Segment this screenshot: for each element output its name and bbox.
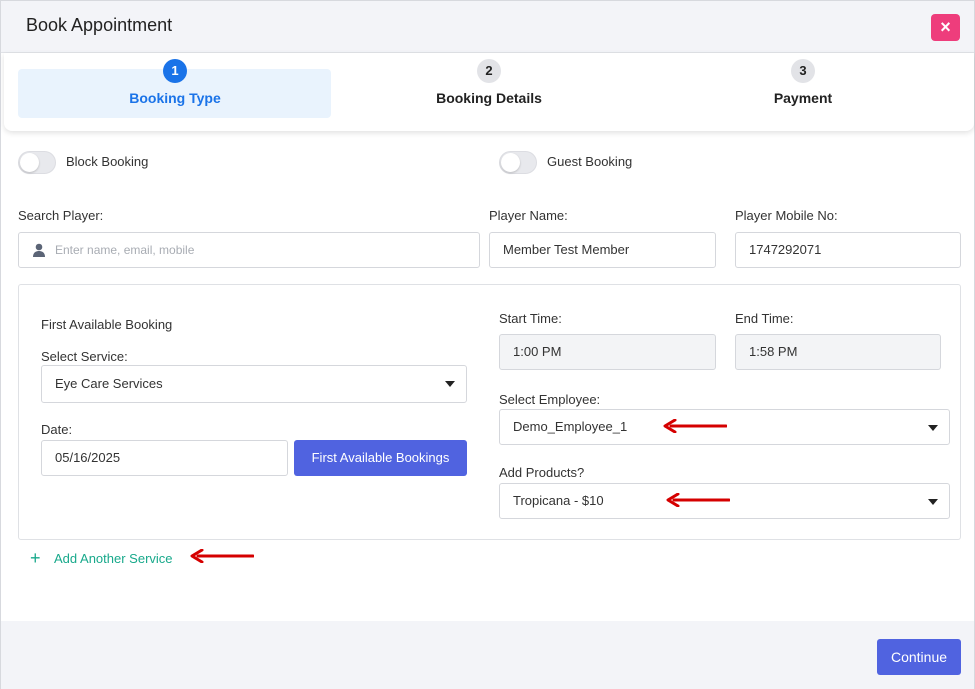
- date-input[interactable]: 05/16/2025: [41, 440, 288, 476]
- add-another-service-link[interactable]: + Add Another Service: [30, 549, 190, 567]
- book-appointment-modal: Book Appointment × 1 Booking Type 2 Book…: [0, 0, 975, 689]
- service-select[interactable]: Eye Care Services: [41, 365, 467, 403]
- employee-select-value: Demo_Employee_1: [513, 419, 628, 434]
- toggle-knob: [20, 153, 39, 172]
- block-booking-row: Block Booking: [18, 151, 218, 175]
- booking-stepper: 1 Booking Type 2 Booking Details 3 Payme…: [4, 53, 974, 131]
- annotation-arrow-icon: [666, 493, 730, 507]
- step-number: 3: [791, 59, 815, 83]
- block-booking-toggle[interactable]: [18, 151, 56, 174]
- step-number: 2: [477, 59, 501, 83]
- annotation-arrow-icon: [190, 549, 254, 563]
- player-mobile-input[interactable]: 1747292071: [735, 232, 961, 268]
- first-available-bookings-button[interactable]: First Available Bookings: [294, 440, 467, 476]
- step-label: Payment: [773, 90, 833, 106]
- chevron-down-icon: [445, 381, 455, 387]
- close-icon: ×: [940, 17, 951, 37]
- block-booking-label: Block Booking: [66, 154, 149, 169]
- products-select-value: Tropicana - $10: [513, 493, 604, 508]
- modal-footer: Continue: [1, 621, 974, 689]
- player-mobile-label: Player Mobile No:: [735, 208, 838, 223]
- first-available-heading: First Available Booking: [41, 317, 173, 332]
- start-time-label: Start Time:: [499, 311, 562, 326]
- close-button[interactable]: ×: [931, 14, 960, 41]
- step-booking-type[interactable]: 1 Booking Type: [4, 53, 331, 131]
- continue-button[interactable]: Continue: [877, 639, 961, 675]
- annotation-arrow-icon: [663, 419, 727, 433]
- chevron-down-icon: [928, 425, 938, 431]
- select-service-label: Select Service:: [41, 349, 128, 364]
- search-player-placeholder: Enter name, email, mobile: [55, 243, 195, 257]
- player-name-input[interactable]: Member Test Member: [489, 232, 716, 268]
- toggle-knob: [501, 153, 520, 172]
- guest-booking-label: Guest Booking: [547, 154, 633, 169]
- guest-booking-toggle[interactable]: [499, 151, 537, 174]
- step-payment[interactable]: 3 Payment: [632, 53, 946, 131]
- search-player-input[interactable]: Enter name, email, mobile: [18, 232, 480, 268]
- select-employee-label: Select Employee:: [499, 392, 601, 407]
- player-name-label: Player Name:: [489, 208, 568, 223]
- step-label: Booking Details: [436, 90, 542, 106]
- user-icon: [33, 243, 45, 257]
- step-number: 1: [163, 59, 187, 83]
- end-time-input[interactable]: 1:58 PM: [735, 334, 941, 370]
- chevron-down-icon: [928, 499, 938, 505]
- start-time-input[interactable]: 1:00 PM: [499, 334, 716, 370]
- modal-header: Book Appointment ×: [1, 1, 974, 53]
- guest-booking-row: Guest Booking: [499, 151, 699, 175]
- service-select-value: Eye Care Services: [55, 376, 163, 391]
- add-another-service-label: Add Another Service: [54, 551, 173, 566]
- add-products-label: Add Products?: [499, 465, 585, 480]
- date-label: Date:: [41, 422, 73, 437]
- search-player-label: Search Player:: [18, 208, 104, 223]
- modal-title: Book Appointment: [26, 15, 173, 35]
- step-booking-details[interactable]: 2 Booking Details: [318, 53, 632, 131]
- end-time-label: End Time:: [735, 311, 794, 326]
- step-label: Booking Type: [129, 90, 221, 106]
- plus-icon: +: [30, 548, 41, 568]
